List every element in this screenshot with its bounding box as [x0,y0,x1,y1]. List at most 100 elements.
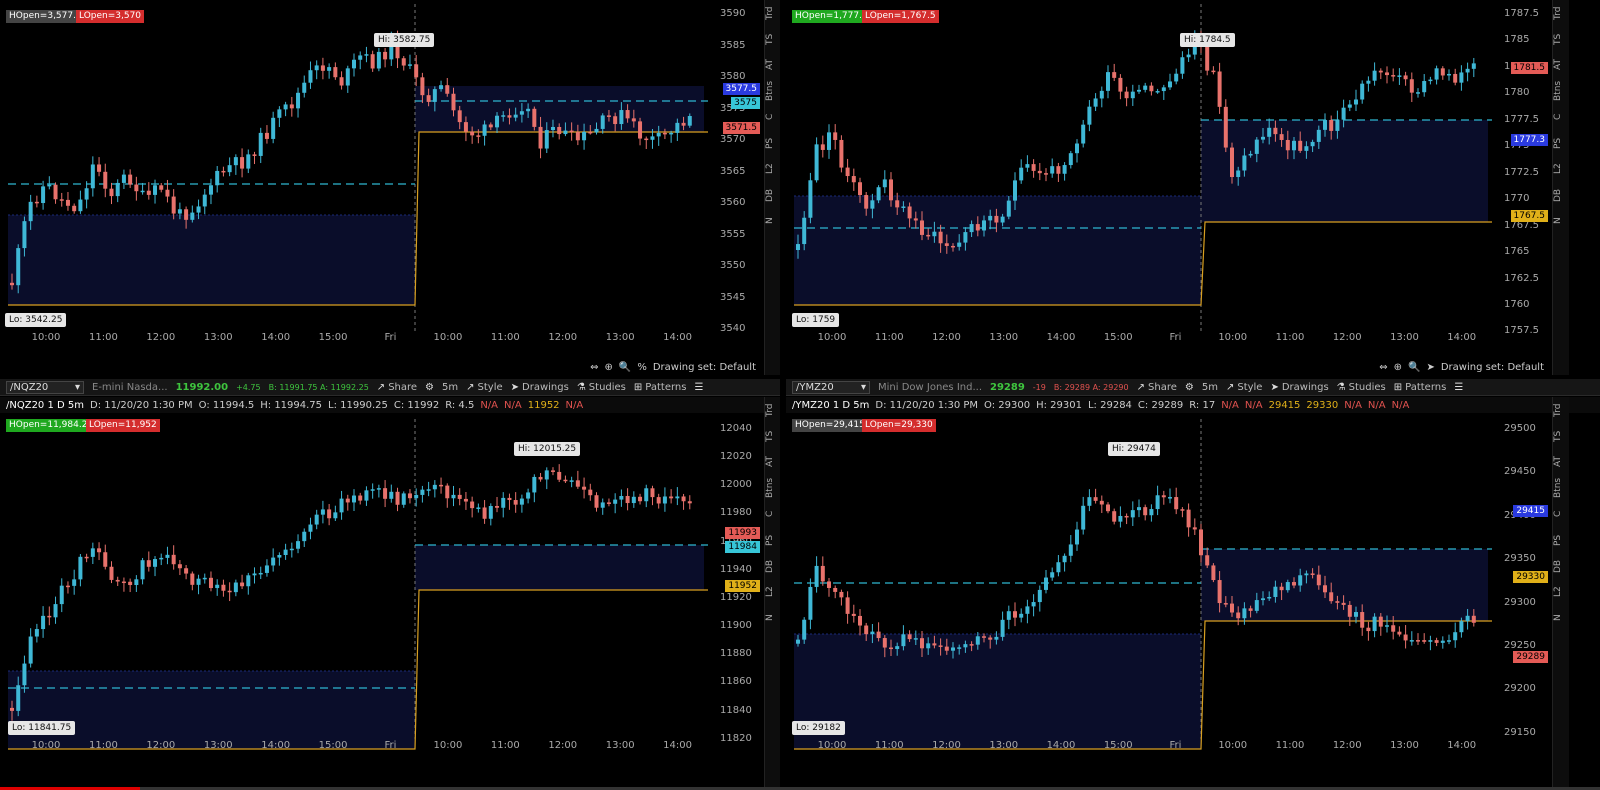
side-tab-ts[interactable]: TS [765,26,775,52]
side-tab-trd[interactable]: Trd [1553,0,1563,26]
side-tab-c[interactable]: C [1553,501,1563,527]
side-tab-ts[interactable]: TS [1553,26,1563,52]
pan-icon[interactable]: ⇔ [590,362,598,373]
side-tab-l2[interactable]: L2 [1553,579,1563,605]
candle [277,109,282,118]
side-tab-db[interactable]: DB [1553,182,1563,208]
drawings-button[interactable]: ➤ Drawings [1270,382,1328,393]
crosshair-icon[interactable]: ⊕ [605,362,613,373]
chart-panel-nq[interactable]: /NQZ20 ▾ E-mini Nasda... 11992.00 +4.75 B… [0,379,780,787]
percent-icon[interactable]: % [637,362,647,373]
side-tab-trd[interactable]: Trd [1553,397,1563,423]
chart-panel-es[interactable]: 10:00 11:00 12:00 13:00 14:00 15:00 Fri 10:00 11… [0,0,780,375]
candle [1192,527,1197,530]
side-tab-ts[interactable]: TS [765,423,775,449]
candle [271,557,276,566]
side-tab-ps[interactable]: PS [765,527,775,553]
chart-panel-gc[interactable]: 10:00 11:00 12:00 13:00 14:00 15:00 Fri 10:00 11… [786,0,1600,375]
side-tab-at[interactable]: AT [1553,449,1563,475]
drawing-set-label[interactable]: Drawing set: Default [653,362,756,373]
side-tab-db[interactable]: DB [765,553,775,579]
candle [140,560,145,580]
patterns-button[interactable]: ⊞ Patterns [1394,382,1447,393]
price-axis[interactable]: 2950029450294002935029300292502920029150… [1500,415,1552,753]
candle [1081,505,1086,530]
pan-icon[interactable]: ⇔ [1379,362,1387,373]
cursor-icon[interactable]: ➤ [1426,362,1434,373]
side-tab-trd[interactable]: Trd [765,397,775,423]
candle [208,577,213,589]
side-tab-n[interactable]: N [765,605,775,631]
candle [128,581,133,586]
studies-button[interactable]: ⚗ Studies [1337,382,1386,393]
settings-icon[interactable]: ⚙ [1185,382,1194,393]
side-tab-n[interactable]: N [765,208,775,234]
price-chart[interactable]: 10:00 11:00 12:00 13:00 14:00 15:00 Fri 10:00 11… [786,0,1500,345]
interval-button[interactable]: 5m [442,382,458,393]
share-button[interactable]: ↗ Share [1137,382,1177,393]
symbol-selector[interactable]: /NQZ20 ▾ [6,380,84,394]
price-chart[interactable]: 10:00 11:00 12:00 13:00 14:00 15:00 Fri 10:00 11… [0,415,716,753]
price-chart[interactable]: 10:00 11:00 12:00 13:00 14:00 15:00 Fri 10:00 11… [786,415,1500,753]
candle [1416,640,1420,642]
menu-icon[interactable]: ☰ [694,382,703,393]
drawing-set-label[interactable]: Drawing set: Default [1441,362,1544,373]
side-tab-at[interactable]: AT [765,52,775,78]
drawings-button[interactable]: ➤ Drawings [511,382,569,393]
side-tab-btns[interactable]: Btns [1553,78,1563,104]
settings-icon[interactable]: ⚙ [425,382,434,393]
candle [870,631,875,635]
side-tab-c[interactable]: C [765,104,775,130]
patterns-button[interactable]: ⊞ Patterns [634,382,687,393]
crosshair-icon[interactable]: ⊕ [1394,362,1402,373]
candle [845,167,850,177]
side-tab-db[interactable]: DB [765,182,775,208]
candle [240,157,245,169]
side-tab-at[interactable]: AT [765,449,775,475]
style-button[interactable]: ↗ Style [1226,382,1263,393]
x-tick-label: 11:00 [491,332,520,343]
price-axis[interactable]: 3590 3585 3580 3575 3570 3565 3560 3555 3550 3545… [716,0,764,345]
side-tab-btns[interactable]: Btns [765,475,775,501]
side-tab-n[interactable]: N [1553,208,1563,234]
candle [476,135,481,137]
y-tick-label: 1770 [1504,193,1530,205]
side-tab-c[interactable]: C [765,501,775,527]
style-button[interactable]: ↗ Style [466,382,503,393]
price-axis[interactable]: 1204012020120001198011960119401192011900… [716,415,764,753]
side-tab-l2[interactable]: L2 [765,579,775,605]
candle [864,625,869,635]
candle [1211,70,1216,73]
side-tab-l2[interactable]: L2 [1553,156,1563,182]
price-chart[interactable]: 10:00 11:00 12:00 13:00 14:00 15:00 Fri 10:00 11… [0,0,716,345]
side-tab-l2[interactable]: L2 [765,156,775,182]
interval-button[interactable]: 5m [1202,382,1218,393]
side-tab-db[interactable]: DB [1553,553,1563,579]
side-tab-ps[interactable]: PS [765,130,775,156]
candle [1236,612,1241,619]
studies-button[interactable]: ⚗ Studies [577,382,626,393]
candle [140,190,145,193]
share-button[interactable]: ↗ Share [377,382,417,393]
candle [1323,119,1327,130]
hopen-badge: HOpen=11,984.25 [6,419,97,432]
chart-panel-ym[interactable]: /YMZ20 ▾ Mini Dow Jones Ind... 29289 -19 … [786,379,1600,787]
side-tab-btns[interactable]: Btns [765,78,775,104]
side-tab-ps[interactable]: PS [1553,130,1563,156]
candle [78,199,83,212]
side-tab-ts[interactable]: TS [1553,423,1563,449]
side-tab-btns[interactable]: Btns [1553,475,1563,501]
side-tab-c[interactable]: C [1553,104,1563,130]
zoom-icon[interactable]: 🔍 [619,362,631,373]
side-tab-n[interactable]: N [1553,605,1563,631]
candle [1366,627,1371,632]
side-tab-trd[interactable]: Trd [765,0,775,26]
menu-icon[interactable]: ☰ [1454,382,1463,393]
side-tab-at[interactable]: AT [1553,52,1563,78]
y-tick-label: 11880 [720,648,752,660]
price-axis[interactable]: 1787.517851782.517801777.517751772.51770… [1500,0,1552,345]
symbol-selector[interactable]: /YMZ20 ▾ [792,380,870,394]
candle [1459,72,1464,83]
zoom-icon[interactable]: 🔍 [1408,362,1420,373]
side-tab-ps[interactable]: PS [1553,527,1563,553]
